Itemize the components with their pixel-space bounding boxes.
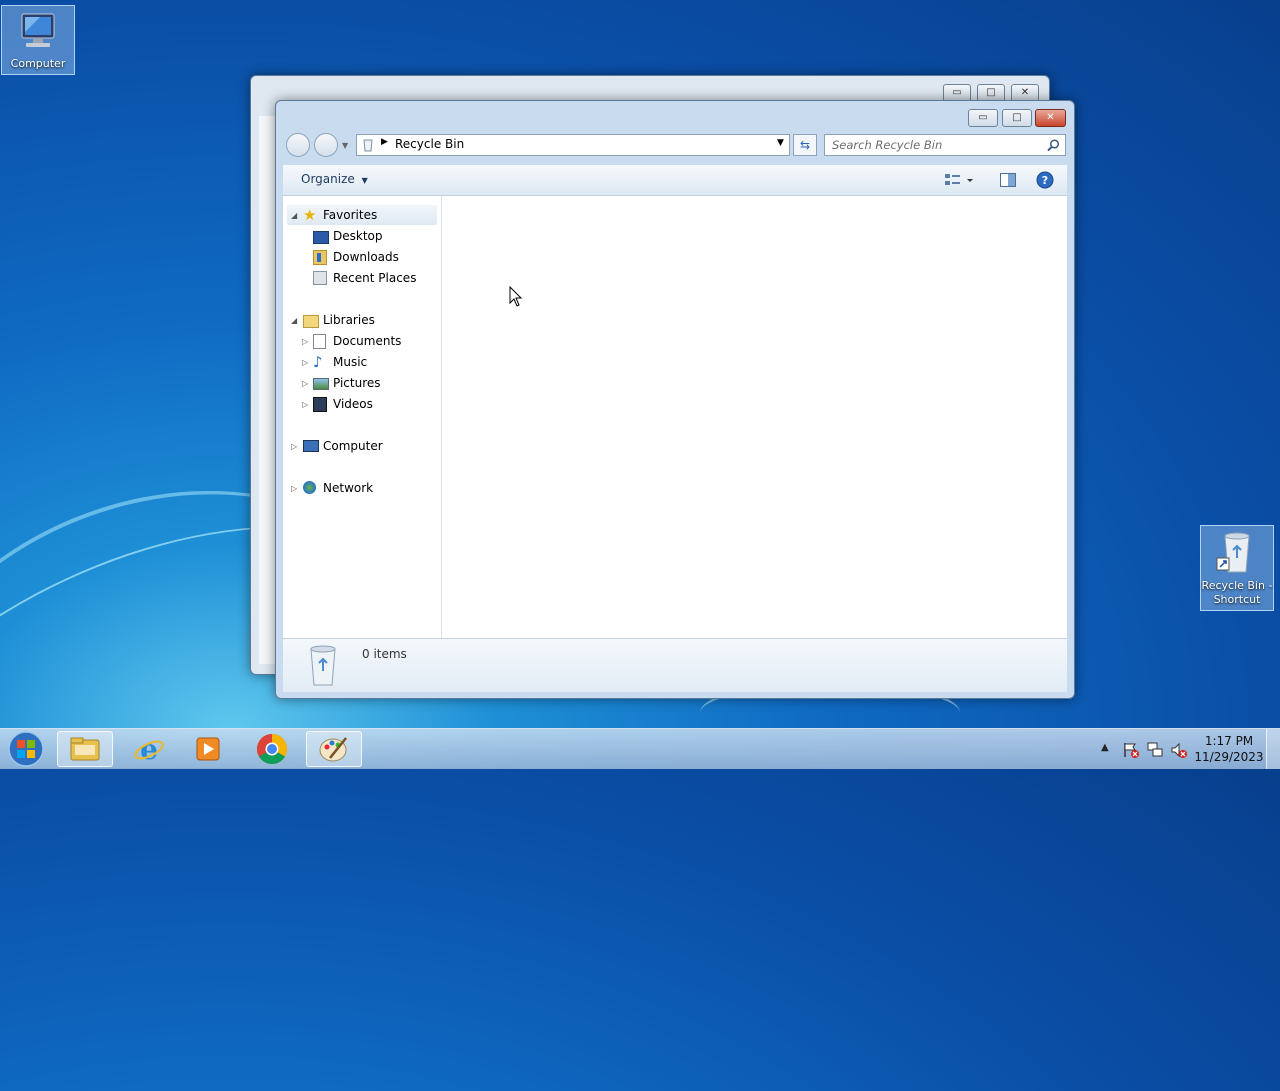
nav-item-computer[interactable]: ▷ Computer [291, 436, 437, 457]
computer-icon [21, 13, 55, 47]
file-explorer-icon [70, 737, 100, 761]
expand-arrow-icon[interactable]: ▷ [302, 373, 308, 394]
nav-item-recent-places[interactable]: Recent Places [291, 268, 437, 289]
nav-item-label: Desktop [333, 229, 383, 243]
mouse-cursor-icon [509, 286, 523, 307]
nav-item-videos[interactable]: ▷ Videos [291, 394, 437, 415]
desktop-icon-recycle-bin-shortcut[interactable]: Recycle Bin - Shortcut [1200, 525, 1274, 611]
collapse-arrow-icon[interactable]: ◢ [291, 310, 297, 331]
recycle-bin-icon [1216, 532, 1250, 573]
chevron-down-icon: ▼ [361, 176, 368, 185]
documents-icon [313, 334, 326, 349]
command-bar: Organize ▼ ? [283, 165, 1067, 196]
paint-icon [319, 737, 347, 762]
expand-arrow-icon[interactable]: ▷ [291, 478, 297, 499]
breadcrumb[interactable]: Recycle Bin [395, 137, 464, 151]
expand-arrow-icon[interactable]: ▷ [302, 352, 308, 373]
chrome-icon [256, 734, 288, 765]
nav-item-label: Downloads [333, 250, 399, 264]
refresh-button[interactable]: ⇆ [793, 134, 817, 156]
recycle-bin-small-icon [363, 139, 373, 152]
download-arrow-icon [317, 253, 321, 262]
nav-item-label: Pictures [333, 376, 381, 390]
nav-item-label: Favorites [323, 208, 378, 222]
taskbar: e ▲ 1:17 PM 11/29/2023 [0, 728, 1280, 769]
item-count: 0 items [362, 647, 407, 661]
taskbar-file-explorer[interactable] [57, 731, 113, 767]
nav-item-network[interactable]: ▷ Network [291, 478, 437, 499]
organize-button[interactable]: Organize ▼ [301, 172, 368, 186]
internet-explorer-icon: e [134, 733, 164, 765]
nav-item-desktop[interactable]: Desktop [291, 226, 437, 247]
libraries-icon [303, 315, 319, 328]
desktop-icon-computer[interactable]: Computer [1, 5, 75, 75]
nav-item-label: Computer [323, 439, 383, 453]
svg-text:e: e [140, 733, 158, 765]
clock-time: 1:17 PM [1204, 734, 1254, 748]
show-hidden-icons-button[interactable]: ▲ [1101, 742, 1109, 753]
nav-item-pictures[interactable]: ▷ Pictures [291, 373, 437, 394]
music-icon: ♪ [313, 353, 323, 371]
collapse-arrow-icon[interactable]: ◢ [291, 205, 297, 226]
show-desktop-button[interactable] [1266, 729, 1280, 769]
expand-arrow-icon[interactable]: ▷ [302, 331, 308, 352]
desktop-icon-label: Recycle Bin - Shortcut [1201, 579, 1273, 606]
preview-pane-icon[interactable] [1000, 173, 1016, 187]
help-icon[interactable]: ? [1036, 171, 1054, 189]
nav-item-downloads[interactable]: Downloads [291, 247, 437, 268]
start-button-icon[interactable] [6, 729, 46, 769]
search-input[interactable]: Search Recycle Bin [824, 134, 1066, 156]
expand-arrow-icon[interactable]: ▷ [302, 394, 308, 415]
volume-muted-icon[interactable] [1170, 741, 1188, 759]
minimize-button[interactable]: ▭ [968, 109, 998, 127]
taskbar-paint[interactable] [306, 731, 362, 767]
clock[interactable]: 1:17 PM 11/29/2023 [1194, 733, 1264, 765]
recycle-bin-empty-icon [310, 645, 336, 686]
close-button[interactable]: ✕ [1035, 109, 1066, 127]
taskbar-media-player[interactable] [180, 731, 236, 767]
nav-item-documents[interactable]: ▷ Documents [291, 331, 437, 352]
nav-item-label: Documents [333, 334, 402, 348]
breadcrumb-separator-icon: ▶ [381, 137, 388, 147]
action-center-flag-icon[interactable] [1122, 741, 1140, 759]
search-placeholder: Search Recycle Bin [832, 138, 943, 152]
views-icon[interactable] [945, 173, 975, 187]
svg-text:?: ? [1042, 174, 1048, 187]
recycle-bin-window[interactable]: ▭ □ ✕ ▼ ▶ Recycle Bin ▼ ⇆ Search Recycle… [275, 100, 1075, 699]
nav-item-music[interactable]: ▷ ♪ Music [291, 352, 437, 373]
nav-item-label: Videos [333, 397, 373, 411]
media-player-icon [196, 737, 220, 761]
details-pane: 0 items [283, 638, 1067, 692]
network-status-icon[interactable] [1146, 741, 1164, 759]
desktop-folder-icon [313, 231, 329, 244]
recent-places-icon [313, 271, 327, 285]
address-bar[interactable]: ▶ Recycle Bin ▼ [356, 134, 790, 156]
nav-item-label: Network [323, 481, 374, 495]
taskbar-internet-explorer[interactable]: e [121, 731, 177, 767]
network-icon [303, 481, 316, 494]
organize-label: Organize [301, 172, 355, 186]
pictures-icon [313, 378, 329, 390]
expand-arrow-icon[interactable]: ▷ [291, 436, 297, 457]
nav-item-favorites[interactable]: ◢ ★ Favorites [291, 205, 437, 226]
search-icon[interactable] [1047, 139, 1060, 152]
nav-item-label: Recent Places [333, 271, 417, 285]
desktop-icon-label: Computer [10, 57, 66, 70]
back-button[interactable] [286, 133, 310, 157]
nav-item-libraries[interactable]: ◢ Libraries [291, 310, 437, 331]
taskbar-chrome[interactable] [244, 731, 300, 767]
nav-item-label: Music [333, 355, 368, 369]
star-icon: ★ [303, 206, 317, 224]
recent-pages-dropdown[interactable]: ▼ [342, 141, 348, 150]
maximize-button[interactable]: □ [1002, 109, 1032, 127]
nav-item-label: Libraries [323, 313, 375, 327]
forward-button[interactable] [314, 133, 338, 157]
address-dropdown-icon[interactable]: ▼ [777, 138, 784, 148]
file-list-area[interactable] [442, 196, 1067, 638]
clock-date: 11/29/2023 [1194, 750, 1264, 764]
videos-icon [313, 397, 327, 412]
navigation-pane: ◢ ★ Favorites Desktop Downloads Recent P… [283, 196, 442, 638]
computer-small-icon [303, 440, 319, 452]
